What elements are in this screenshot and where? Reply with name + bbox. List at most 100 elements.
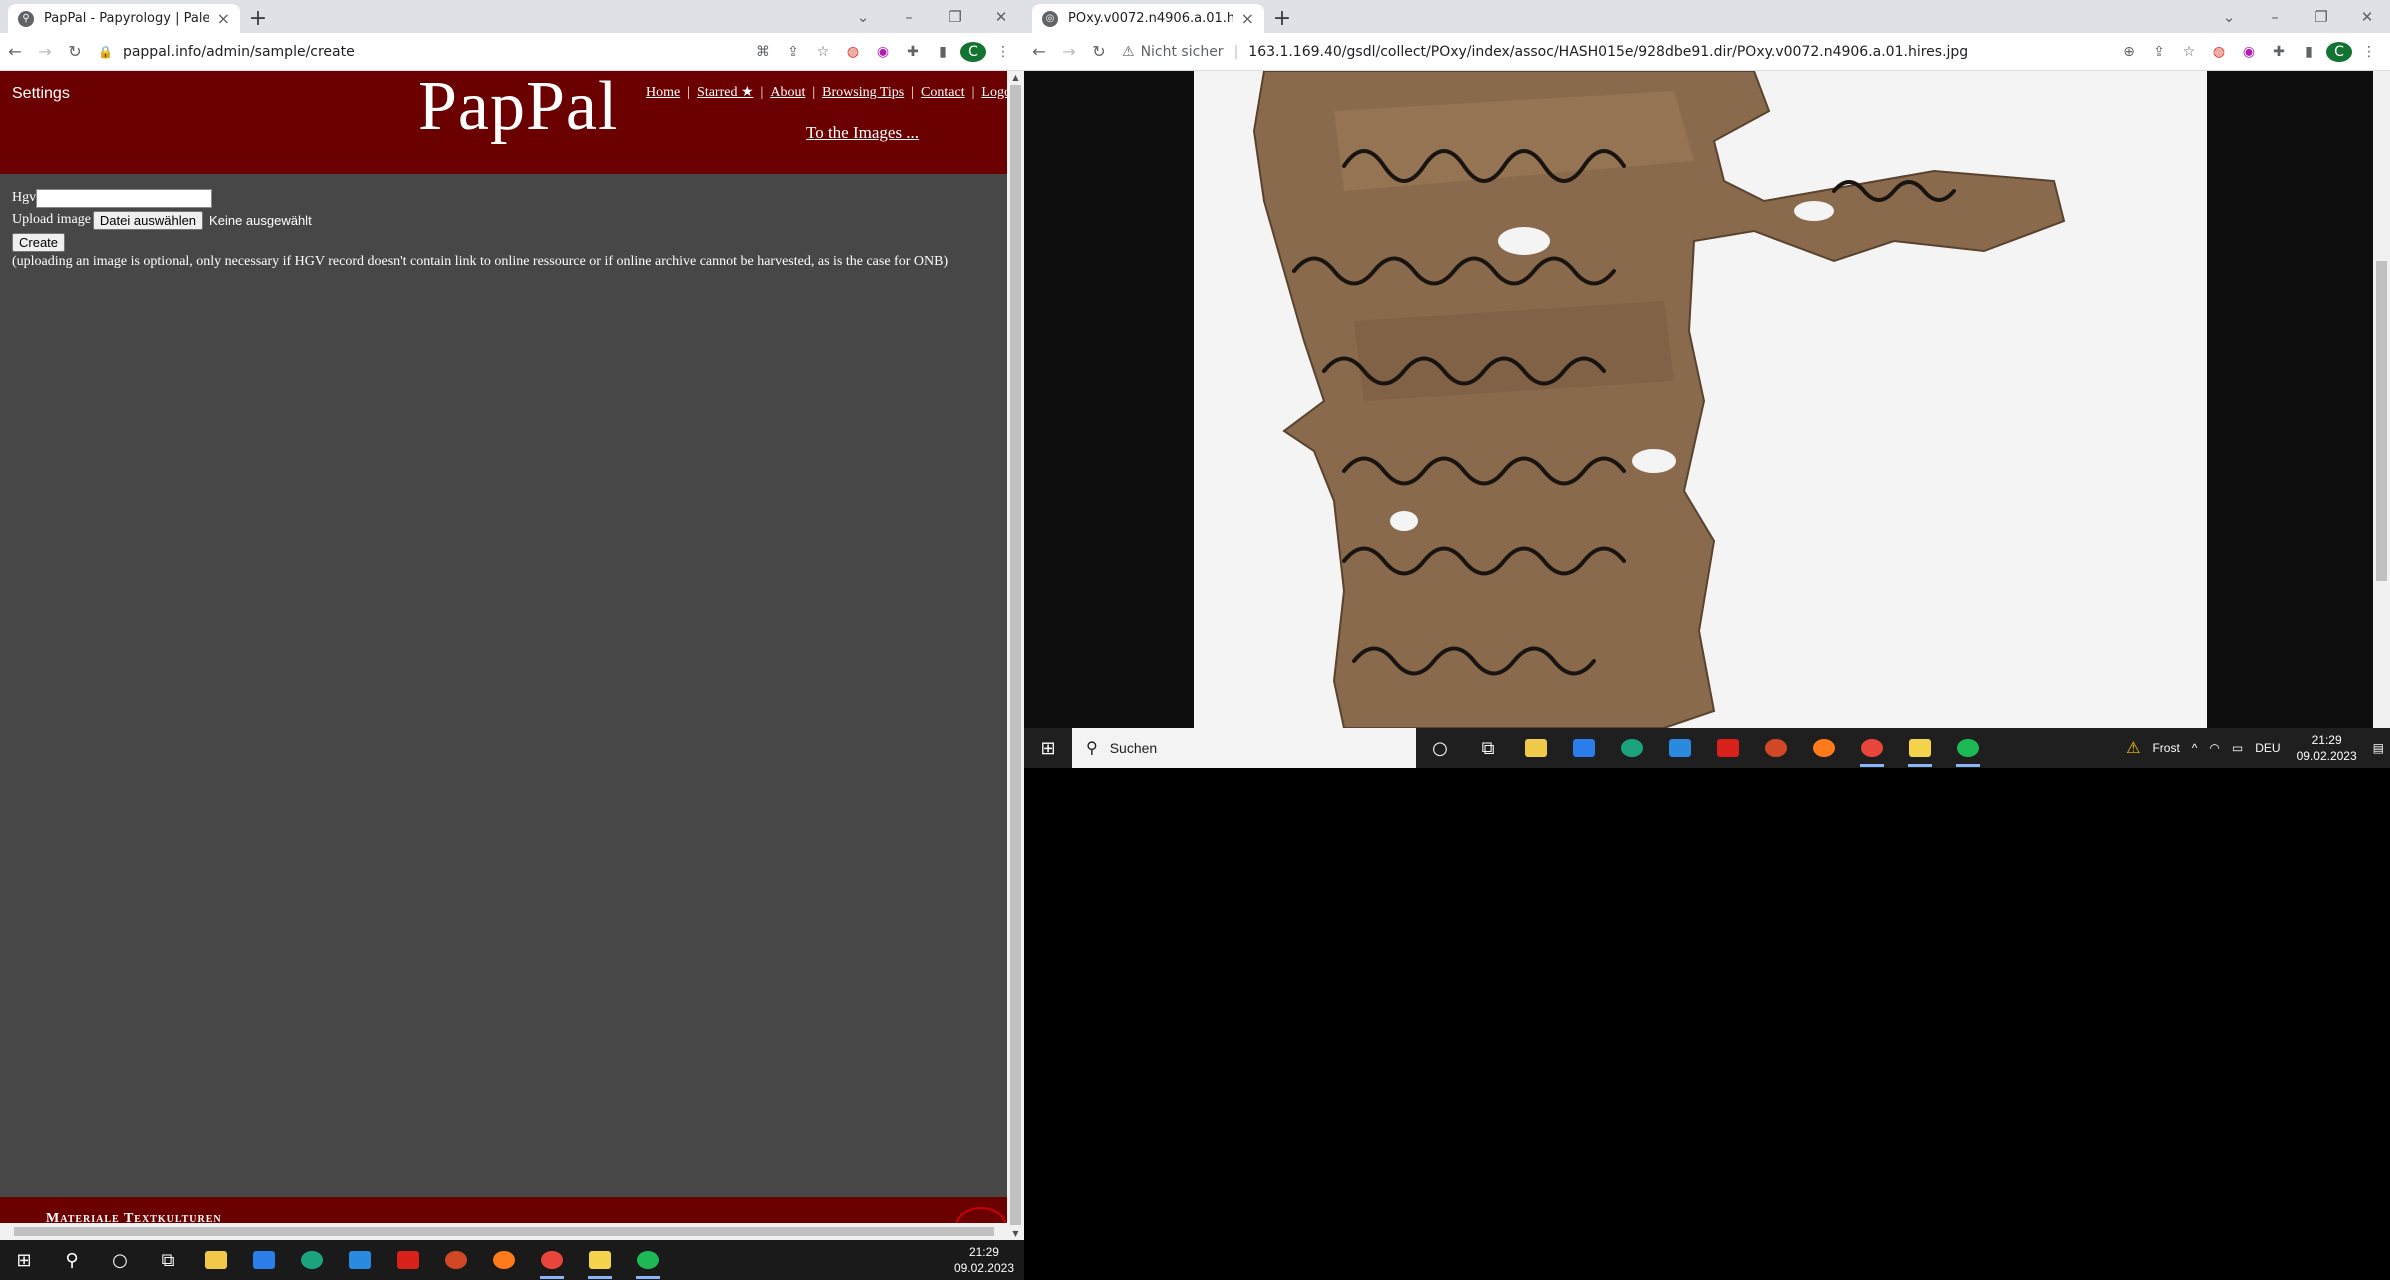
- powerpoint-icon[interactable]: [1752, 728, 1800, 768]
- hgv-input[interactable]: [36, 188, 213, 208]
- weather-warning-icon[interactable]: ⚠: [2120, 738, 2146, 758]
- chrome-icon[interactable]: [1848, 728, 1896, 768]
- vertical-scroll-thumb[interactable]: [1010, 85, 1021, 1225]
- cortana-icon[interactable]: ○: [96, 1240, 144, 1280]
- spotify-icon[interactable]: [624, 1240, 672, 1280]
- profile-avatar[interactable]: C: [960, 41, 986, 62]
- close-window-button[interactable]: ✕: [978, 8, 1024, 26]
- nav-starred[interactable]: Starred ★: [697, 85, 753, 100]
- menu-kebab-icon[interactable]: ⋮: [2356, 44, 2382, 60]
- nav-contact[interactable]: Contact: [921, 85, 965, 100]
- minimize-button[interactable]: –: [2252, 8, 2298, 26]
- start-windows-icon[interactable]: ⊞: [1024, 728, 1072, 768]
- extension-pink-icon[interactable]: ◉: [2236, 44, 2262, 60]
- file-explorer-icon[interactable]: [1512, 728, 1560, 768]
- bookmark-star-icon[interactable]: ☆: [2176, 44, 2202, 60]
- acrobat-icon[interactable]: [1704, 728, 1752, 768]
- tab-pappal[interactable]: ⚲ PapPal - Papyrology | Paleography ×: [8, 4, 240, 33]
- network-icon[interactable]: ◠: [2203, 741, 2225, 755]
- scroll-up-icon[interactable]: ▲: [1007, 73, 1024, 82]
- taskbar-search[interactable]: ⚲ Suchen: [1072, 728, 1416, 768]
- start-windows-icon[interactable]: ⊞: [0, 1240, 48, 1280]
- extension-pink-icon[interactable]: ◉: [870, 44, 896, 60]
- nav-about[interactable]: About: [770, 85, 805, 100]
- edge-icon[interactable]: [288, 1240, 336, 1280]
- profile-avatar[interactable]: C: [2326, 41, 2352, 62]
- powerpoint-icon[interactable]: [432, 1240, 480, 1280]
- omnibox-divider: |: [1233, 43, 1239, 60]
- tab-close-icon[interactable]: ×: [1241, 9, 1254, 28]
- nav-browsing-tips[interactable]: Browsing Tips: [822, 85, 904, 100]
- nav-home[interactable]: Home: [646, 85, 680, 100]
- nav-logout[interactable]: Logout: [981, 85, 1007, 100]
- edge-icon[interactable]: [1608, 728, 1656, 768]
- side-panel-icon[interactable]: ▮: [2296, 44, 2322, 60]
- chevron-up-icon[interactable]: ^: [2186, 741, 2204, 755]
- taskbar-clock[interactable]: 21:29 09.02.2023: [944, 1244, 1024, 1276]
- notifications-icon[interactable]: ▤: [2367, 741, 2390, 755]
- extensions-puzzle-icon[interactable]: ✚: [900, 44, 926, 60]
- zoom-icon[interactable]: ⊕: [2116, 44, 2142, 60]
- side-panel-icon[interactable]: ▮: [930, 44, 956, 60]
- to-images-link[interactable]: To the Images ...: [806, 123, 919, 143]
- horizontal-scrollbar[interactable]: [0, 1223, 1007, 1240]
- extensions-puzzle-icon[interactable]: ✚: [2266, 44, 2292, 60]
- battery-icon[interactable]: ▭: [2226, 741, 2249, 755]
- chrome-icon[interactable]: [528, 1240, 576, 1280]
- papyrus-image[interactable]: [1194, 71, 2207, 728]
- restore-button[interactable]: ❐: [932, 8, 978, 26]
- back-icon[interactable]: ←: [1024, 42, 1054, 61]
- task-view-icon[interactable]: ⧉: [1464, 728, 1512, 768]
- menu-kebab-icon[interactable]: ⋮: [990, 44, 1016, 60]
- tab-papyrus-image[interactable]: ◎ POxy.v0072.n4906.a.01.hires.jpg ×: [1032, 4, 1264, 33]
- cortana-icon[interactable]: ○: [1416, 728, 1464, 768]
- choose-file-button[interactable]: Datei auswählen: [92, 210, 204, 230]
- forward-icon[interactable]: →: [30, 42, 60, 61]
- firefox-icon[interactable]: [480, 1240, 528, 1280]
- taskbar-clock[interactable]: 21:29 09.02.2023: [2287, 732, 2367, 764]
- warning-icon: ⚠: [1122, 43, 1135, 60]
- microsoft-store-icon[interactable]: [1560, 728, 1608, 768]
- search-icon[interactable]: ⚲: [48, 1240, 96, 1280]
- settings-link[interactable]: Settings: [12, 85, 70, 103]
- new-tab-button[interactable]: +: [1268, 4, 1296, 32]
- reload-icon[interactable]: ↻: [1084, 42, 1114, 61]
- site-logo[interactable]: PapPal: [418, 71, 618, 147]
- share-icon[interactable]: ⇪: [2146, 44, 2172, 60]
- bookmark-star-icon[interactable]: ☆: [810, 44, 836, 60]
- horizontal-scroll-thumb[interactable]: [14, 1227, 994, 1236]
- firefox-icon[interactable]: [1800, 728, 1848, 768]
- notes-app-icon[interactable]: [1896, 728, 1944, 768]
- language-indicator[interactable]: DEU: [2249, 741, 2286, 755]
- microsoft-store-icon[interactable]: [240, 1240, 288, 1280]
- acrobat-icon[interactable]: [384, 1240, 432, 1280]
- new-tab-button[interactable]: +: [244, 4, 272, 32]
- reload-icon[interactable]: ↻: [60, 42, 90, 61]
- share-icon[interactable]: ⇪: [780, 44, 806, 60]
- address-bar[interactable]: 🔒 pappal.info/admin/sample/create: [90, 38, 750, 66]
- translate-icon[interactable]: ⌘: [750, 44, 776, 60]
- vertical-scroll-thumb[interactable]: [2376, 261, 2387, 581]
- address-bar[interactable]: ⚠ Nicht sicher | 163.1.169.40/gsdl/colle…: [1114, 38, 2116, 66]
- tab-search-icon[interactable]: ⌄: [2206, 8, 2252, 26]
- vertical-scrollbar[interactable]: [2373, 71, 2390, 728]
- task-view-icon[interactable]: ⧉: [144, 1240, 192, 1280]
- weather-text[interactable]: Frost: [2146, 741, 2185, 755]
- minimize-button[interactable]: –: [886, 8, 932, 26]
- tab-close-icon[interactable]: ×: [217, 9, 230, 28]
- mail-icon[interactable]: [336, 1240, 384, 1280]
- file-explorer-icon[interactable]: [192, 1240, 240, 1280]
- close-window-button[interactable]: ✕: [2344, 8, 2390, 26]
- forward-icon[interactable]: →: [1054, 42, 1084, 61]
- restore-button[interactable]: ❐: [2298, 8, 2344, 26]
- extension-red-icon[interactable]: ◍: [2206, 44, 2232, 60]
- scroll-down-icon[interactable]: ▼: [1007, 1229, 1024, 1238]
- extension-red-icon[interactable]: ◍: [840, 44, 866, 60]
- vertical-scrollbar[interactable]: ▲ ▼: [1007, 71, 1024, 1240]
- mail-icon[interactable]: [1656, 728, 1704, 768]
- spotify-icon[interactable]: [1944, 728, 1992, 768]
- tab-search-icon[interactable]: ⌄: [840, 8, 886, 26]
- create-button[interactable]: Create: [12, 232, 66, 252]
- back-icon[interactable]: ←: [0, 42, 30, 61]
- notes-app-icon[interactable]: [576, 1240, 624, 1280]
